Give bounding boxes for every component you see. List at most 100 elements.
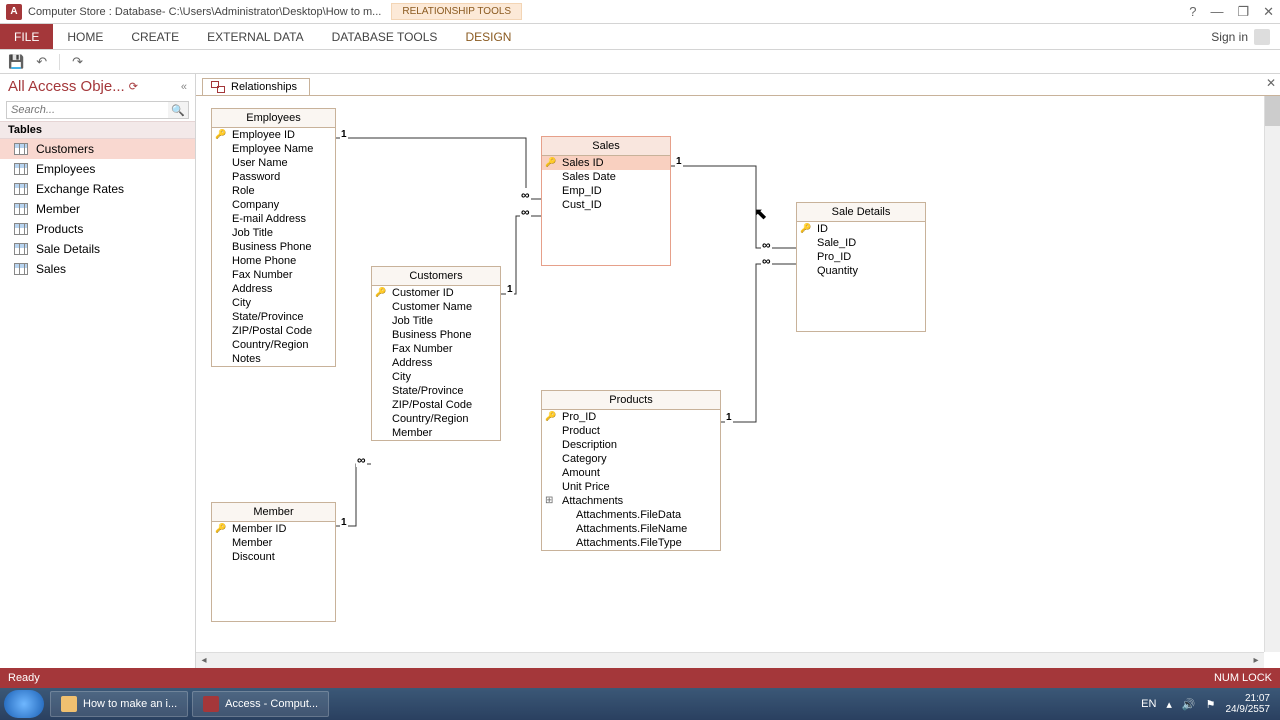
table-field[interactable]: Attachments.FileType bbox=[542, 536, 720, 550]
volume-icon[interactable]: 🔊 bbox=[1182, 698, 1196, 711]
help-icon[interactable]: ? bbox=[1189, 4, 1196, 20]
table-field[interactable]: Unit Price bbox=[542, 480, 720, 494]
vertical-scrollbar[interactable] bbox=[1264, 96, 1280, 652]
taskbar-item-access[interactable]: Access - Comput... bbox=[192, 691, 329, 717]
nav-item[interactable]: Sales bbox=[0, 259, 195, 279]
table-field[interactable]: Sales Date bbox=[542, 170, 670, 184]
table-sales[interactable]: SalesSales IDSales DateEmp_IDCust_ID bbox=[541, 136, 671, 266]
table-field[interactable]: Country/Region bbox=[372, 412, 500, 426]
table-header[interactable]: Member bbox=[212, 503, 335, 522]
table-field[interactable]: E-mail Address bbox=[212, 212, 335, 226]
nav-group-tables[interactable]: Tables bbox=[0, 121, 195, 139]
collapse-icon[interactable]: « bbox=[181, 81, 187, 93]
table-products[interactable]: ProductsPro_IDProductDescriptionCategory… bbox=[541, 390, 721, 551]
table-field[interactable]: ID bbox=[797, 222, 925, 236]
tab-file[interactable]: FILE bbox=[0, 24, 53, 49]
table-field[interactable]: ZIP/Postal Code bbox=[212, 324, 335, 338]
table-header[interactable]: Sale Details bbox=[797, 203, 925, 222]
table-customers[interactable]: CustomersCustomer IDCustomer NameJob Tit… bbox=[371, 266, 501, 441]
table-field[interactable]: User Name bbox=[212, 156, 335, 170]
nav-item[interactable]: Customers bbox=[0, 139, 195, 159]
table-field[interactable]: Password bbox=[212, 170, 335, 184]
table-field[interactable]: Pro_ID bbox=[797, 250, 925, 264]
search-icon[interactable]: 🔍 bbox=[168, 102, 188, 118]
clock[interactable]: 21:07 24/9/2557 bbox=[1226, 693, 1271, 715]
search-input[interactable] bbox=[7, 102, 168, 118]
nav-item[interactable]: Member bbox=[0, 199, 195, 219]
table-sale-details[interactable]: Sale DetailsIDSale_IDPro_IDQuantity bbox=[796, 202, 926, 332]
table-field[interactable]: Notes bbox=[212, 352, 335, 366]
table-field[interactable]: Emp_ID bbox=[542, 184, 670, 198]
table-field[interactable]: Attachments.FileName bbox=[542, 522, 720, 536]
table-field[interactable]: State/Province bbox=[212, 310, 335, 324]
scroll-right-icon[interactable]: ▸ bbox=[1248, 655, 1264, 666]
table-field[interactable]: ZIP/Postal Code bbox=[372, 398, 500, 412]
table-field[interactable]: Employee ID bbox=[212, 128, 335, 142]
table-header[interactable]: Customers bbox=[372, 267, 500, 286]
table-field[interactable]: State/Province bbox=[372, 384, 500, 398]
nav-header[interactable]: All Access Obje... ⟳ « bbox=[0, 74, 195, 99]
nav-item[interactable]: Exchange Rates bbox=[0, 179, 195, 199]
nav-item[interactable]: Sale Details bbox=[0, 239, 195, 259]
tab-database-tools[interactable]: DATABASE TOOLS bbox=[318, 24, 452, 49]
taskbar-item-explorer[interactable]: How to make an i... bbox=[50, 691, 188, 717]
table-field[interactable]: Home Phone bbox=[212, 254, 335, 268]
tab-relationships[interactable]: Relationships bbox=[202, 78, 310, 95]
table-field[interactable]: Job Title bbox=[372, 314, 500, 328]
nav-item[interactable]: Products bbox=[0, 219, 195, 239]
close-tab-icon[interactable]: ✕ bbox=[1266, 76, 1276, 90]
refresh-icon[interactable]: ⟳ bbox=[129, 80, 138, 93]
table-member[interactable]: MemberMember IDMemberDiscount bbox=[211, 502, 336, 622]
sign-in[interactable]: Sign in bbox=[1201, 24, 1280, 49]
tray-up-icon[interactable]: ▴ bbox=[1166, 698, 1172, 711]
close-button[interactable]: ✕ bbox=[1263, 4, 1274, 20]
table-employees[interactable]: EmployeesEmployee IDEmployee NameUser Na… bbox=[211, 108, 336, 367]
table-field[interactable]: Pro_ID bbox=[542, 410, 720, 424]
table-field[interactable]: Fax Number bbox=[212, 268, 335, 282]
table-header[interactable]: Employees bbox=[212, 109, 335, 128]
table-field[interactable]: Customer Name bbox=[372, 300, 500, 314]
scroll-left-icon[interactable]: ◂ bbox=[196, 655, 212, 666]
tab-home[interactable]: HOME bbox=[53, 24, 117, 49]
horizontal-scrollbar[interactable]: ◂ ▸ bbox=[196, 652, 1264, 668]
maximize-button[interactable]: ❐ bbox=[1237, 4, 1249, 20]
table-field[interactable]: Role bbox=[212, 184, 335, 198]
table-field[interactable]: Member bbox=[372, 426, 500, 440]
table-field[interactable]: Fax Number bbox=[372, 342, 500, 356]
redo-icon[interactable]: ↷ bbox=[72, 54, 83, 70]
table-field[interactable]: Employee Name bbox=[212, 142, 335, 156]
nav-item[interactable]: Employees bbox=[0, 159, 195, 179]
table-field[interactable]: Discount bbox=[212, 550, 335, 564]
table-field[interactable]: City bbox=[212, 296, 335, 310]
table-field[interactable]: Customer ID bbox=[372, 286, 500, 300]
relationships-canvas[interactable]: 1 ∞ 1 ∞ 1 ∞ 1 ∞ 1 ∞ EmployeesEmployee ID… bbox=[196, 96, 1280, 668]
table-field[interactable]: Category bbox=[542, 452, 720, 466]
table-field[interactable]: Quantity bbox=[797, 264, 925, 278]
table-field[interactable]: Address bbox=[212, 282, 335, 296]
table-field[interactable]: Description bbox=[542, 438, 720, 452]
nav-search[interactable]: 🔍 bbox=[6, 101, 189, 119]
table-field[interactable]: Business Phone bbox=[212, 240, 335, 254]
flag-icon[interactable]: ⚑ bbox=[1206, 698, 1216, 711]
table-field[interactable]: Sale_ID bbox=[797, 236, 925, 250]
table-header[interactable]: Sales bbox=[542, 137, 670, 156]
table-field[interactable]: Product bbox=[542, 424, 720, 438]
table-field[interactable]: Attachments bbox=[542, 494, 720, 508]
table-field[interactable]: Sales ID bbox=[542, 156, 670, 170]
tab-design[interactable]: DESIGN bbox=[451, 24, 525, 49]
table-field[interactable]: Address bbox=[372, 356, 500, 370]
table-field[interactable]: Business Phone bbox=[372, 328, 500, 342]
save-icon[interactable]: 💾 bbox=[8, 54, 24, 70]
table-field[interactable]: Attachments.FileData bbox=[542, 508, 720, 522]
tab-external-data[interactable]: EXTERNAL DATA bbox=[193, 24, 317, 49]
table-field[interactable]: Cust_ID bbox=[542, 198, 670, 212]
table-field[interactable]: Country/Region bbox=[212, 338, 335, 352]
language-indicator[interactable]: EN bbox=[1141, 698, 1156, 710]
table-header[interactable]: Products bbox=[542, 391, 720, 410]
minimize-button[interactable]: — bbox=[1210, 4, 1223, 20]
table-field[interactable]: Member ID bbox=[212, 522, 335, 536]
start-button[interactable] bbox=[4, 690, 44, 718]
undo-icon[interactable]: ↶ bbox=[36, 54, 47, 70]
table-field[interactable]: Member bbox=[212, 536, 335, 550]
table-field[interactable]: Company bbox=[212, 198, 335, 212]
